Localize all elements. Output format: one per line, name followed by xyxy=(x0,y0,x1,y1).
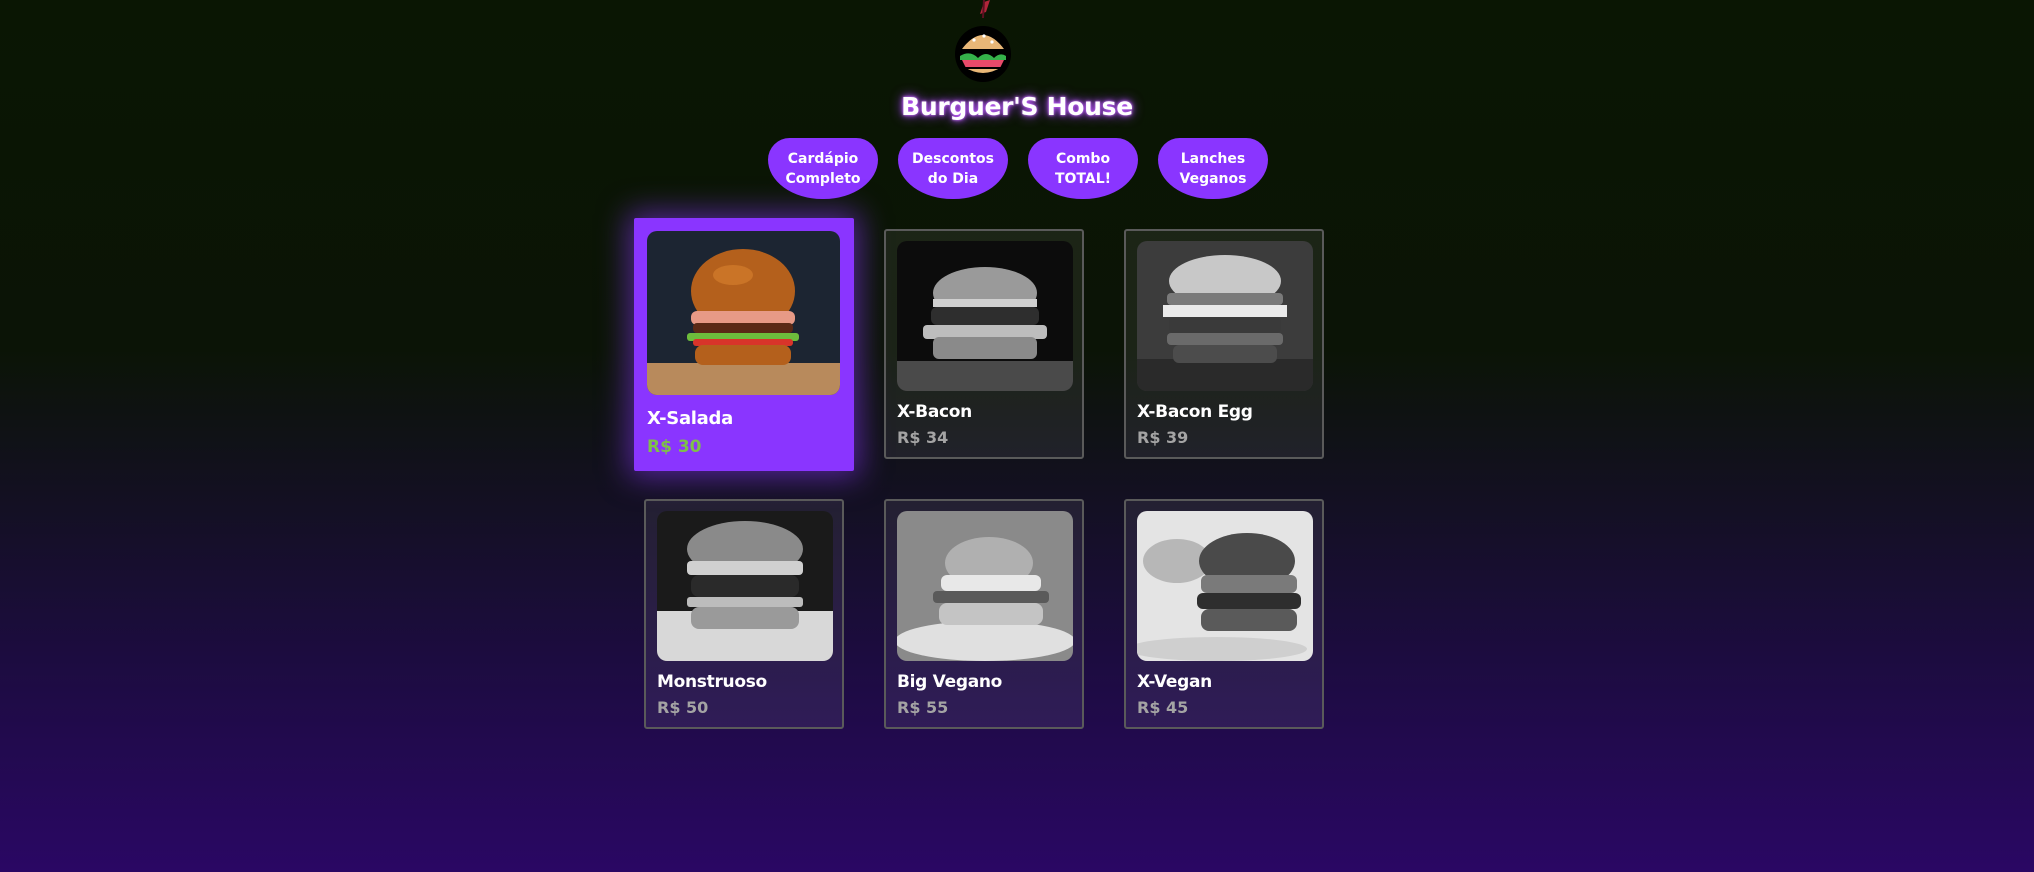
product-name: X-Bacon xyxy=(897,402,972,422)
product-price: R$ 34 xyxy=(897,428,949,447)
product-image xyxy=(647,231,840,395)
category-nav: Cardápio Completo Descontos do Dia Combo… xyxy=(0,138,2034,199)
product-name: Big Vegano xyxy=(897,672,1003,692)
product-card-big-vegano[interactable]: Big Vegano R$ 55 xyxy=(884,499,1084,729)
nav-combo-total-button[interactable]: Combo TOTAL! xyxy=(1028,138,1138,199)
product-name: X-Salada xyxy=(647,408,733,429)
product-card-monstruoso[interactable]: Monstruoso R$ 50 xyxy=(644,499,844,729)
nav-cardapio-completo-button[interactable]: Cardápio Completo xyxy=(768,138,878,199)
product-card-x-salada[interactable]: X-Salada R$ 30 xyxy=(634,218,854,471)
product-price: R$ 30 xyxy=(647,437,702,457)
product-name: X-Vegan xyxy=(1137,672,1212,692)
site-title: Burguer'S House xyxy=(901,92,1133,121)
burger-logo-icon xyxy=(955,0,1011,82)
product-image xyxy=(897,241,1073,391)
product-image xyxy=(1137,241,1313,391)
product-card-x-bacon[interactable]: X-Bacon R$ 34 xyxy=(884,229,1084,459)
product-price: R$ 55 xyxy=(897,698,949,717)
product-image xyxy=(657,511,833,661)
product-price: R$ 50 xyxy=(657,698,709,717)
nav-descontos-do-dia-button[interactable]: Descontos do Dia xyxy=(898,138,1008,199)
product-card-x-bacon-egg[interactable]: X-Bacon Egg R$ 39 xyxy=(1124,229,1324,459)
nav-lanches-veganos-button[interactable]: Lanches Veganos xyxy=(1158,138,1268,199)
product-price: R$ 39 xyxy=(1137,428,1189,447)
product-name: Monstruoso xyxy=(657,672,767,692)
product-name: X-Bacon Egg xyxy=(1137,402,1253,422)
product-price: R$ 45 xyxy=(1137,698,1189,717)
product-image xyxy=(897,511,1073,661)
product-card-x-vegan[interactable]: X-Vegan R$ 45 xyxy=(1124,499,1324,729)
product-image xyxy=(1137,511,1313,661)
